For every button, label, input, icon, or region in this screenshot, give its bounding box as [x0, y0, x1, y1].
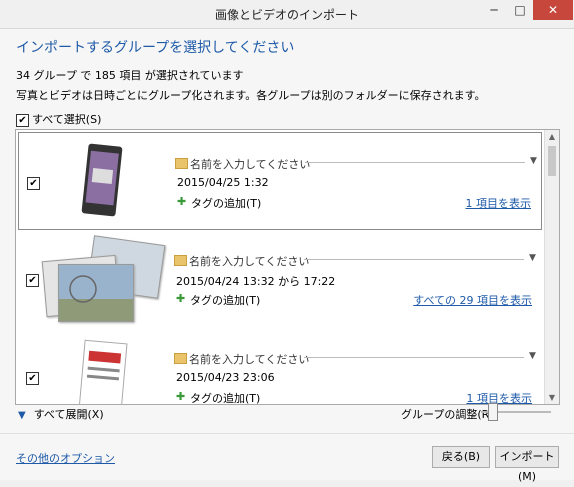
- scroll-up-icon[interactable]: ▲: [545, 132, 559, 141]
- name-underline: [304, 259, 524, 260]
- expand-all-button[interactable]: ▼ すべて展開(X): [18, 406, 104, 422]
- group-adjust-label: グループの調整(R):: [401, 408, 498, 421]
- group-list[interactable]: ✔ 名前を入力してください ▼ 2015/04/25 1:32 ✚ タグの追加(…: [15, 129, 560, 405]
- photo: [58, 264, 134, 322]
- folder-icon: [174, 255, 187, 266]
- page-title: インポートするグループを選択してください: [16, 40, 295, 56]
- tag-add-icon: ✚: [177, 195, 187, 208]
- chevron-down-icon: ▼: [18, 410, 26, 421]
- ferris-wheel-image: [59, 275, 133, 321]
- folder-icon: [174, 353, 187, 364]
- select-all-label: すべて選択(S): [32, 113, 102, 126]
- minimize-button[interactable]: ─: [481, 0, 507, 20]
- phone-image: [81, 143, 123, 217]
- list-item[interactable]: ✔ 名前を入力してください ▼ 2015/04/23 23:06 ✚ タグの追加…: [18, 328, 542, 404]
- maximize-button[interactable]: □: [507, 0, 533, 20]
- screenshot-thumbnail: [78, 338, 128, 404]
- document-image: [78, 339, 128, 404]
- description: 写真とビデオは日時ごとにグループ化されます。各グループは別のフォルダーに保存され…: [16, 89, 486, 102]
- group-name-input[interactable]: 名前を入力してください: [190, 156, 310, 172]
- group-checkbox[interactable]: ✔: [26, 372, 39, 385]
- import-button[interactable]: インポート(M): [495, 446, 559, 483]
- vertical-scrollbar[interactable]: ▲ ▼: [544, 130, 559, 404]
- view-items-link[interactable]: 1 項目を表示: [467, 390, 533, 404]
- list-item[interactable]: ✔ 名前を入力してください ▼ 2015/04/24 13:32 から 17:2…: [18, 230, 542, 326]
- dropdown-arrow-icon[interactable]: ▼: [530, 156, 537, 166]
- tag-add-icon: ✚: [176, 292, 186, 305]
- group-date: 2015/04/25 1:32: [177, 176, 269, 189]
- dialog-content: インポートするグループを選択してください 34 グループ で 185 項目 が選…: [0, 29, 574, 483]
- name-underline: [304, 357, 524, 358]
- divider: [0, 433, 574, 434]
- group-date: 2015/04/23 23:06: [176, 371, 275, 384]
- group-name-input[interactable]: 名前を入力してください: [189, 253, 309, 269]
- expand-all-label: すべて展開(X): [33, 408, 104, 421]
- dropdown-arrow-icon[interactable]: ▼: [529, 253, 536, 263]
- select-all-checkbox[interactable]: ✔ すべて選択(S): [16, 111, 101, 127]
- photo-thumbnail: [81, 143, 123, 217]
- view-items-link[interactable]: 1 項目を表示: [466, 195, 532, 211]
- title-bar: 画像とビデオのインポート ─ □ ✕: [0, 0, 574, 29]
- photo-stack-thumbnail: [38, 235, 168, 322]
- other-options-link[interactable]: その他のオプション: [16, 450, 115, 466]
- view-items-link[interactable]: すべての 29 項目を表示: [413, 292, 532, 308]
- dropdown-arrow-icon[interactable]: ▼: [529, 351, 536, 361]
- back-button[interactable]: 戻る(B): [432, 446, 490, 468]
- folder-icon: [175, 158, 188, 169]
- group-name-input[interactable]: 名前を入力してください: [189, 351, 309, 367]
- checkbox-box[interactable]: ✔: [16, 113, 29, 127]
- add-tag-button[interactable]: タグの追加(T): [191, 195, 261, 211]
- add-tag-button[interactable]: タグの追加(T): [190, 292, 260, 308]
- slider-handle[interactable]: [488, 403, 498, 421]
- scroll-down-icon[interactable]: ▼: [545, 393, 559, 402]
- scroll-thumb[interactable]: [548, 146, 556, 176]
- group-checkbox[interactable]: ✔: [27, 177, 40, 190]
- group-date: 2015/04/24 13:32 から 17:22: [176, 275, 336, 288]
- add-tag-button[interactable]: タグの追加(T): [190, 390, 260, 404]
- close-button[interactable]: ✕: [533, 0, 573, 20]
- tag-add-icon: ✚: [176, 390, 186, 403]
- selection-count: 34 グループ で 185 項目 が選択されています: [16, 69, 244, 82]
- name-underline: [305, 162, 525, 163]
- list-item[interactable]: ✔ 名前を入力してください ▼ 2015/04/25 1:32 ✚ タグの追加(…: [18, 132, 542, 230]
